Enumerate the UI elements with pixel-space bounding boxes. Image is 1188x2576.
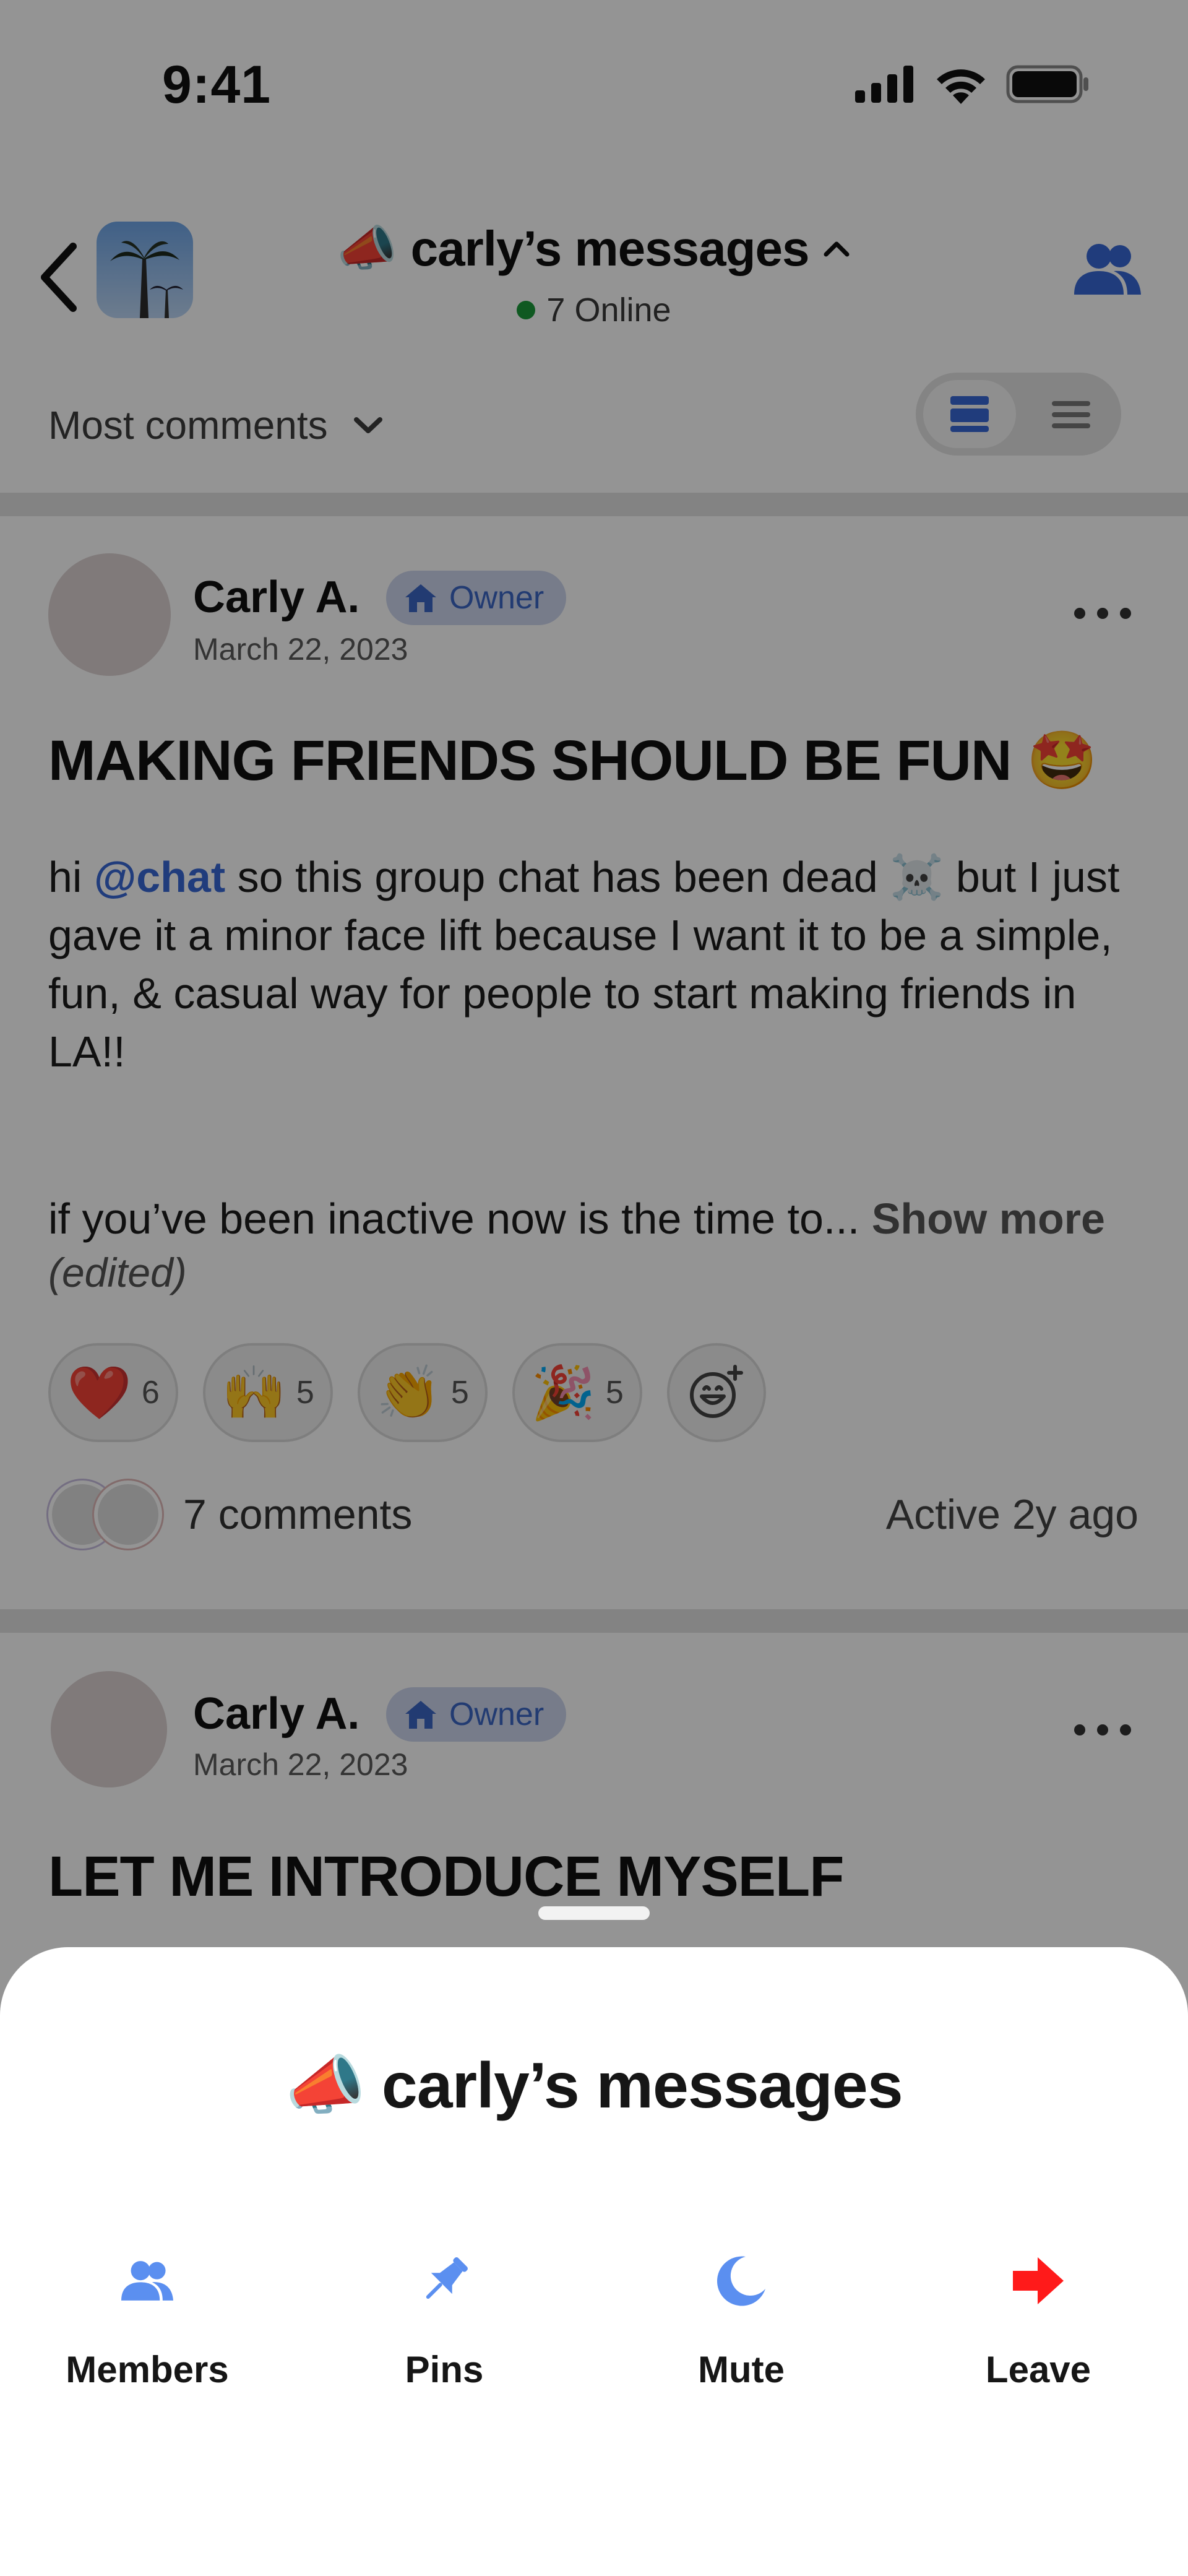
leave-action[interactable]: Leave bbox=[915, 2247, 1162, 2391]
members-icon bbox=[121, 2261, 173, 2301]
app-screen: 9:41 📣 carly’s messages 7 Online Most co… bbox=[0, 0, 1188, 2576]
pins-label: Pins bbox=[405, 2349, 484, 2390]
sheet-drag-handle[interactable] bbox=[538, 1906, 650, 1920]
pins-action[interactable]: Pins bbox=[321, 2247, 568, 2391]
pin-icon bbox=[426, 2257, 468, 2299]
sheet-title-text: carly’s messages bbox=[381, 2050, 903, 2122]
members-action[interactable]: Members bbox=[24, 2247, 271, 2391]
members-label: Members bbox=[66, 2349, 229, 2390]
mute-action[interactable]: Mute bbox=[618, 2247, 865, 2391]
leave-arrow-icon bbox=[1013, 2257, 1064, 2304]
moon-icon bbox=[717, 2256, 765, 2306]
megaphone-emoji: 📣 bbox=[285, 2050, 366, 2122]
mute-label: Mute bbox=[698, 2349, 785, 2390]
leave-label: Leave bbox=[985, 2349, 1091, 2390]
sheet-title: 📣 carly’s messages bbox=[0, 2049, 1188, 2124]
